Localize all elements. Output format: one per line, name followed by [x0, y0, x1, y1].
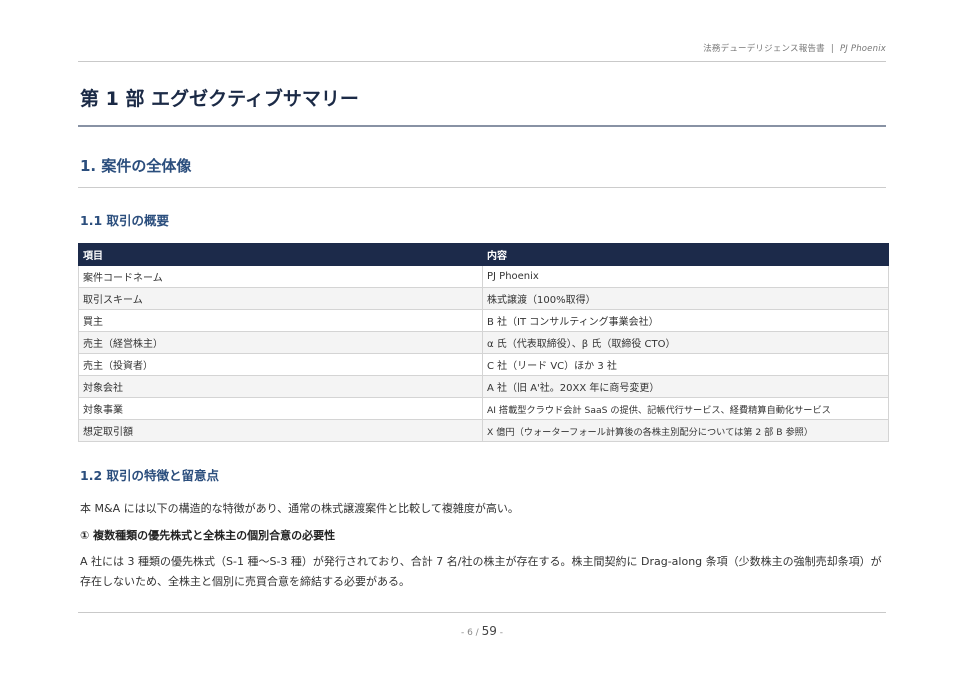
table-cell-content: B 社（IT コンサルティング事業会社）: [482, 309, 889, 332]
table-row: 対象事業 AI 搭載型クラウド会計 SaaS の提供、記帳代行サービス、経費精算…: [78, 397, 889, 420]
table-cell-content: α 氏（代表取締役）、β 氏（取締役 CTO）: [482, 331, 889, 354]
running-header: 法務デューデリジェンス報告書 | PJ Phoenix: [78, 42, 886, 54]
table-row: 取引スキーム 株式譲渡（100%取得）: [78, 287, 889, 310]
table-cell-item: 案件コードネーム: [78, 265, 483, 288]
table-row: 案件コードネーム PJ Phoenix: [78, 265, 889, 288]
project-name: PJ Phoenix: [839, 44, 886, 54]
table-cell-content: C 社（リード VC）ほか 3 社: [482, 353, 889, 376]
section-divider: [78, 187, 886, 188]
subsection-title-features: 1.2 取引の特徴と留意点: [80, 468, 219, 483]
page-total: 59: [481, 624, 497, 638]
header-separator: |: [830, 44, 834, 54]
header-divider: [78, 61, 886, 62]
table-header-item: 項目: [78, 243, 483, 266]
page-current: - 6 /: [460, 628, 479, 638]
table-cell-item: 対象会社: [78, 375, 483, 398]
part-divider: [78, 125, 886, 127]
page-number: - 6 / 59 -: [0, 624, 964, 638]
table-cell-content: 株式譲渡（100%取得）: [482, 287, 889, 310]
part-title: 第 1 部 エグゼクティブサマリー: [80, 88, 359, 110]
table-header-content: 内容: [482, 243, 889, 266]
table-cell-content: A 社（旧 A'社。20XX 年に商号変更）: [482, 375, 889, 398]
table-cell-item: 売主（投資者）: [78, 353, 483, 376]
footer-divider: [78, 612, 886, 613]
intro-paragraph: 本 M&A には以下の構造的な特徴があり、通常の株式譲渡案件と比較して複雑度が高…: [80, 502, 519, 515]
table-cell-item: 取引スキーム: [78, 287, 483, 310]
table-cell-item: 対象事業: [78, 397, 483, 420]
table-header-row: 項目 内容: [78, 243, 889, 266]
subsection-title-overview: 1.1 取引の概要: [80, 213, 169, 228]
table-row: 対象会社 A 社（旧 A'社。20XX 年に商号変更）: [78, 375, 889, 398]
table-row: 売主（経営株主） α 氏（代表取締役）、β 氏（取締役 CTO）: [78, 331, 889, 354]
table-cell-content: X 億円（ウォーターフォール計算後の各株主別配分については第 2 部 B 参照）: [482, 419, 889, 442]
table-row: 売主（投資者） C 社（リード VC）ほか 3 社: [78, 353, 889, 376]
page-suffix: -: [499, 628, 503, 638]
deal-overview-table: 項目 内容 案件コードネーム PJ Phoenix 取引スキーム 株式譲渡（10…: [78, 243, 889, 442]
report-title: 法務デューデリジェンス報告書: [703, 44, 825, 54]
table-cell-item: 想定取引額: [78, 419, 483, 442]
table-cell-content: AI 搭載型クラウド会計 SaaS の提供、記帳代行サービス、経費精算自動化サー…: [482, 397, 889, 420]
report-page: 法務デューデリジェンス報告書 | PJ Phoenix 第 1 部 エグゼクティブサ…: [0, 0, 964, 681]
table-cell-item: 売主（経営株主）: [78, 331, 483, 354]
table-cell-content: PJ Phoenix: [482, 265, 889, 288]
section-title: 1. 案件の全体像: [80, 157, 192, 175]
table-cell-item: 買主: [78, 309, 483, 332]
table-row: 想定取引額 X 億円（ウォーターフォール計算後の各株主別配分については第 2 部…: [78, 419, 889, 442]
point-title: ① 複数種類の優先株式と全株主の個別合意の必要性: [80, 529, 336, 542]
table-row: 買主 B 社（IT コンサルティング事業会社）: [78, 309, 889, 332]
point-body-paragraph: A 社には 3 種類の優先株式（S-1 種〜S-3 種）が発行されており、合計 …: [80, 555, 882, 588]
